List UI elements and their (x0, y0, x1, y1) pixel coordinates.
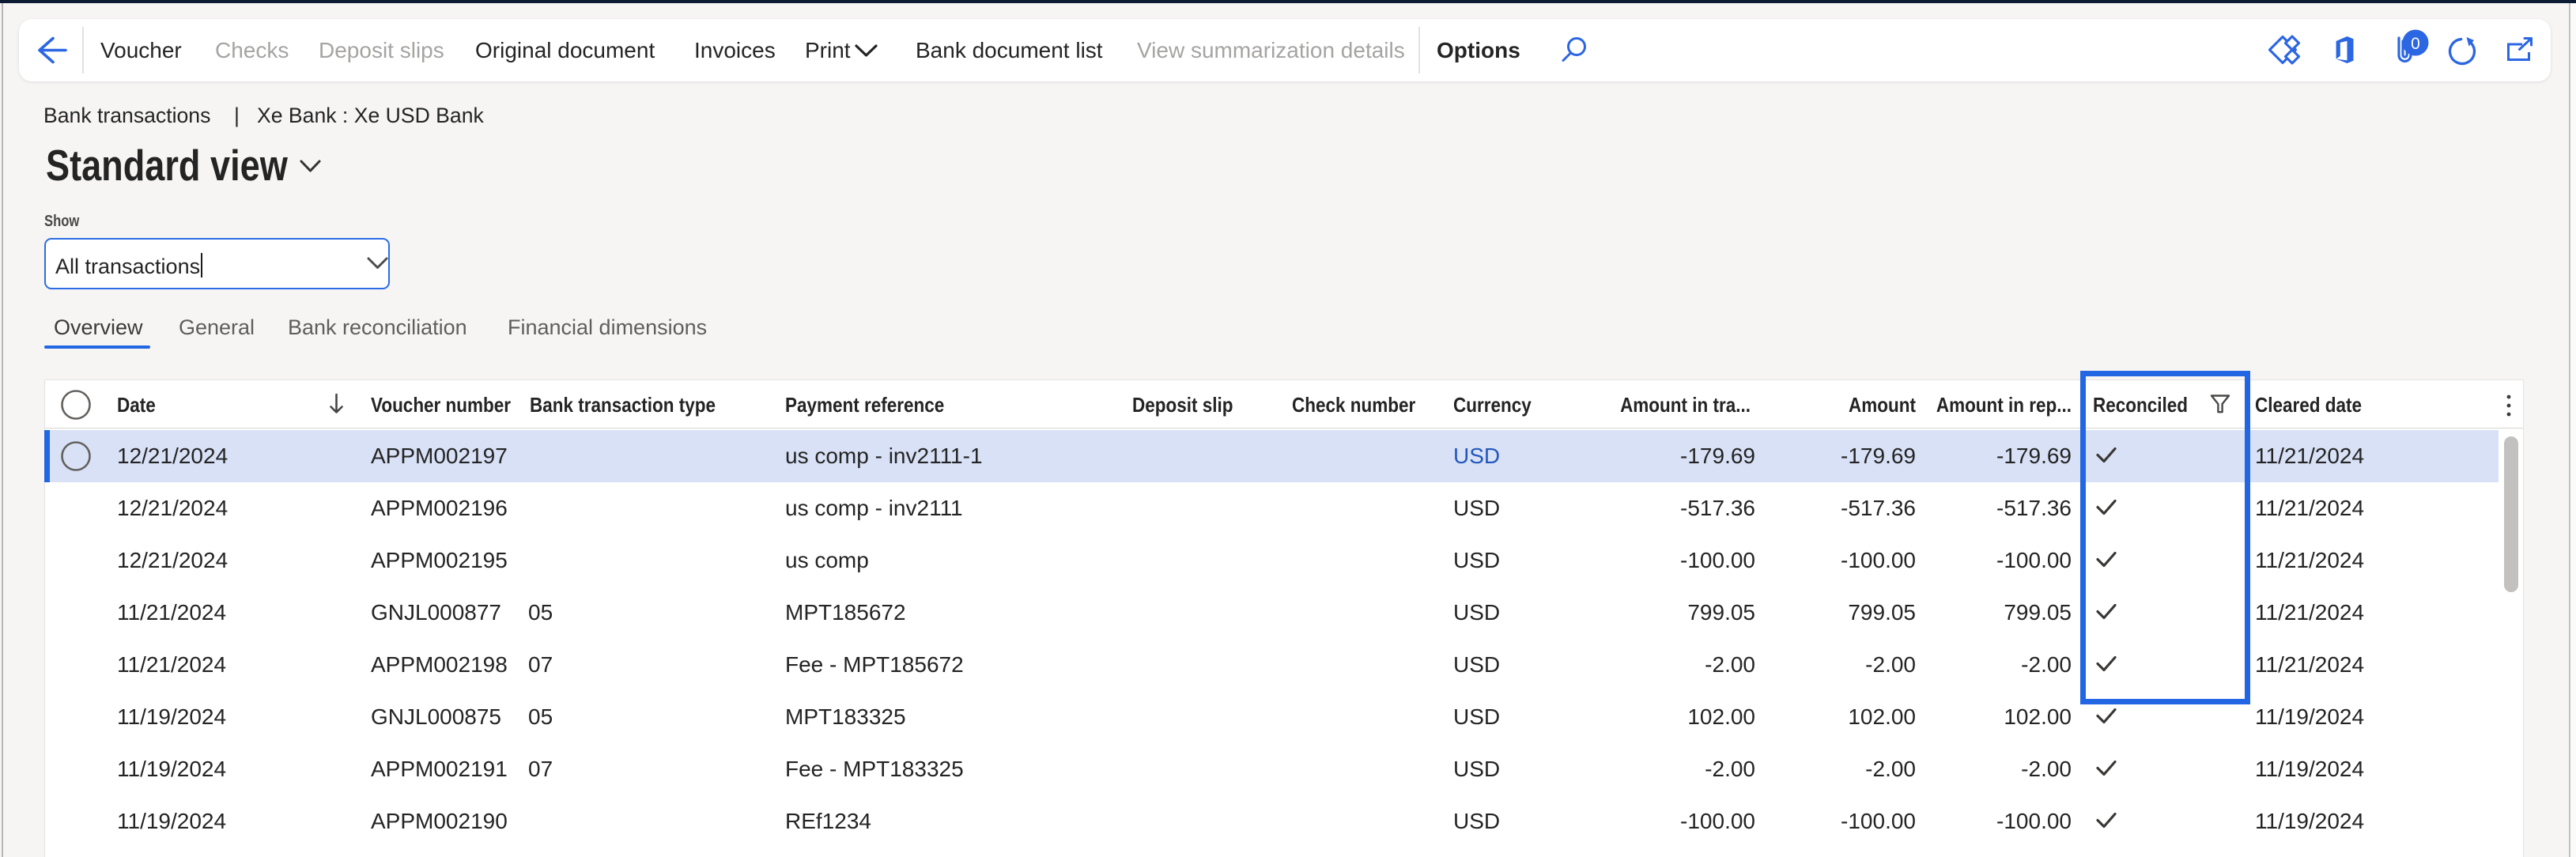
svg-text:0: 0 (2411, 35, 2420, 53)
